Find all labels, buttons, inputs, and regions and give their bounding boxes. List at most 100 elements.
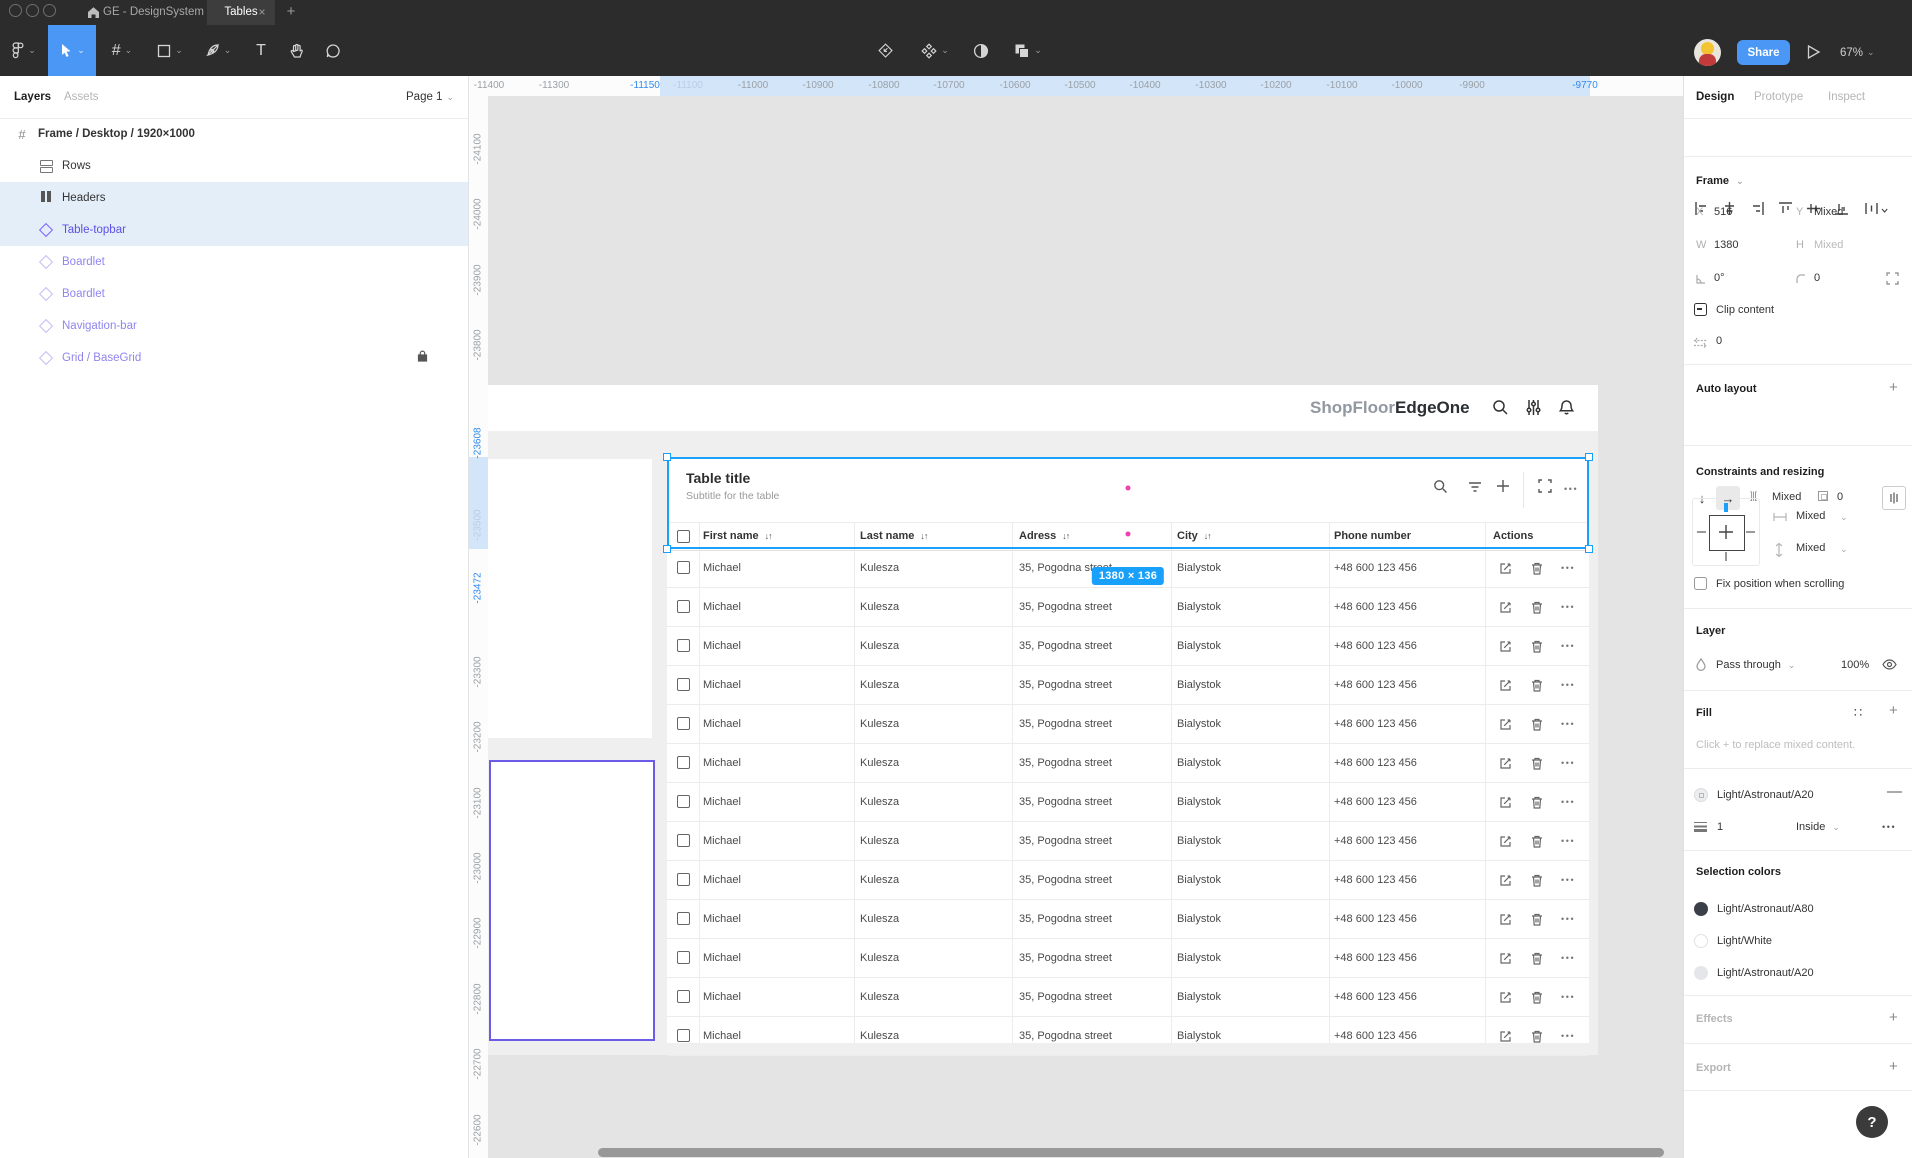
main-menu-button[interactable]: ⌄: [4, 25, 44, 76]
create-component-button[interactable]: ⌄: [910, 25, 960, 76]
tab-assets[interactable]: Assets: [64, 76, 99, 118]
design-navigation-bar[interactable]: ShopFloorEdgeOne: [488, 385, 1598, 431]
window-close-button[interactable]: [9, 4, 22, 17]
distribute-icon[interactable]: [1864, 201, 1888, 216]
padding-value[interactable]: 0: [1837, 491, 1843, 503]
zoom-menu[interactable]: 67% ⌄: [1840, 40, 1875, 65]
add-export-icon[interactable]: +: [1889, 1058, 1898, 1075]
clip-content-checkbox[interactable]: [1694, 303, 1707, 316]
cell-last-name: Kulesza: [860, 627, 899, 665]
present-button[interactable]: [1806, 44, 1821, 60]
w-value[interactable]: 1380: [1714, 239, 1738, 251]
boolean-groups-button[interactable]: ⌄: [1002, 25, 1054, 76]
layer-row[interactable]: # Boardlet: [0, 246, 468, 278]
home-icon[interactable]: [86, 5, 101, 20]
alignment-widget-icon[interactable]: [1882, 486, 1906, 510]
styles-icon[interactable]: ∷: [1854, 705, 1863, 721]
eye-icon[interactable]: [1882, 659, 1897, 670]
avatar[interactable]: [1694, 39, 1721, 66]
selection-color-item[interactable]: Light/White: [1684, 926, 1912, 958]
share-button[interactable]: Share: [1737, 40, 1790, 65]
horizontal-scrollbar[interactable]: [598, 1148, 1664, 1157]
stroke-align-value[interactable]: Inside ⌄: [1796, 821, 1840, 833]
comment-pin-dot[interactable]: [1126, 486, 1131, 491]
independent-corners-icon[interactable]: [1886, 272, 1899, 285]
help-button[interactable]: ?: [1856, 1106, 1888, 1138]
lock-icon[interactable]: [417, 350, 428, 362]
spacing-value[interactable]: Mixed: [1772, 491, 1801, 503]
tab-ge-designsystem[interactable]: GE - DesignSystem: [103, 0, 204, 25]
trash-icon: [1531, 679, 1543, 692]
shape-tool-button[interactable]: ⌄: [148, 25, 192, 76]
text-tool-button[interactable]: T: [244, 25, 278, 76]
y-value[interactable]: Mixed: [1814, 206, 1843, 218]
gap-value[interactable]: 0: [1716, 335, 1722, 347]
h-value[interactable]: Mixed: [1814, 239, 1843, 251]
fix-position-checkbox[interactable]: [1694, 577, 1707, 590]
selection-handle-top-left[interactable]: [663, 453, 671, 461]
v-constraint-value[interactable]: Mixed: [1796, 542, 1825, 554]
column-header: Adress↓↑: [1019, 523, 1069, 550]
edit-object-button[interactable]: [866, 25, 904, 76]
remove-stroke-icon[interactable]: —: [1887, 783, 1902, 800]
add-effect-icon[interactable]: +: [1889, 1009, 1898, 1026]
selection-color-item[interactable]: Light/Astronaut/A80: [1684, 894, 1912, 926]
window-zoom-button[interactable]: [43, 4, 56, 17]
align-right-icon[interactable]: [1750, 201, 1765, 216]
table-body: Michael Kulesza 35, Pogodna street Bialy…: [667, 549, 1589, 1056]
tab-close-icon[interactable]: ×: [252, 0, 272, 25]
layer-row[interactable]: # Table-topbar: [0, 214, 468, 246]
comment-tool-button[interactable]: [314, 25, 352, 76]
selection-handle-top-right[interactable]: [1585, 453, 1593, 461]
corner-radius-value[interactable]: 0: [1814, 272, 1820, 284]
layer-row[interactable]: # Headers: [0, 182, 468, 214]
layer-row[interactable]: # Rows: [0, 150, 468, 182]
layer-row[interactable]: # Boardlet: [0, 278, 468, 310]
add-fill-icon[interactable]: +: [1889, 702, 1898, 719]
opacity-value[interactable]: 100%: [1841, 659, 1869, 671]
mask-button[interactable]: [962, 25, 1000, 76]
hand-tool-button[interactable]: [278, 25, 314, 76]
selection-color-item[interactable]: Light/Astronaut/A20: [1684, 958, 1912, 990]
tab-inspect[interactable]: Inspect: [1828, 76, 1865, 118]
layer-row[interactable]: # Grid / BaseGrid: [0, 342, 468, 374]
x-value[interactable]: 516: [1714, 206, 1732, 218]
component-diamond-icon: [39, 351, 53, 365]
new-tab-button[interactable]: +: [281, 0, 301, 25]
tab-layers[interactable]: Layers: [14, 76, 51, 118]
selection-handle-bottom-left[interactable]: [663, 545, 671, 553]
comment-pin-dot[interactable]: [1126, 532, 1131, 537]
ruler-label: -23800: [473, 329, 484, 360]
export-header: Export: [1696, 1062, 1731, 1074]
selection-handle-bottom-right[interactable]: [1585, 545, 1593, 553]
add-auto-layout-icon[interactable]: +: [1889, 379, 1898, 396]
stroke-color-name[interactable]: Light/Astronaut/A20: [1717, 789, 1814, 801]
constraints-widget[interactable]: [1692, 498, 1760, 566]
window-minimize-button[interactable]: [26, 4, 39, 17]
stroke-options-icon[interactable]: •••: [1882, 821, 1896, 834]
h-constraint-value[interactable]: Mixed: [1796, 510, 1825, 522]
frame-tool-button[interactable]: # ⌄: [100, 25, 144, 76]
vertical-ruler[interactable]: -24100-24000-23900-23800-23608-23500-234…: [468, 96, 488, 1158]
tab-design[interactable]: Design: [1696, 76, 1734, 118]
horizontal-ruler[interactable]: -11400-11300-11150-11100-11000-10900-108…: [468, 76, 1683, 96]
stroke-weight-value[interactable]: 1: [1717, 821, 1723, 833]
layer-row[interactable]: # Navigation-bar: [0, 310, 468, 342]
boardlet-card-selected-outline[interactable]: [489, 760, 655, 1041]
pen-tool-button[interactable]: ⌄: [196, 25, 240, 76]
canvas[interactable]: ShopFloorEdgeOne Table title Subtitle fo…: [468, 76, 1683, 1158]
layer-row[interactable]: # Frame / Desktop / 1920×1000: [0, 118, 468, 150]
trash-icon: [1531, 991, 1543, 1004]
blend-mode-value[interactable]: Pass through ⌄: [1716, 659, 1795, 671]
boardlet-card[interactable]: [488, 459, 652, 738]
stroke-color-swatch[interactable]: [1694, 788, 1708, 802]
tab-prototype[interactable]: Prototype: [1754, 76, 1803, 118]
page-selector[interactable]: Page 1⌄: [406, 76, 454, 118]
table-component[interactable]: Table title Subtitle for the table ••• F…: [667, 457, 1589, 1043]
frame-section-header[interactable]: Frame ⌄: [1696, 175, 1744, 187]
boolean-icon: [1014, 43, 1030, 59]
selection-colors-list: Light/Astronaut/A80 Light/White Light/As…: [1684, 894, 1912, 990]
rotation-value[interactable]: 0°: [1714, 272, 1725, 284]
move-tool-button[interactable]: ⌄: [48, 25, 96, 76]
align-top-icon[interactable]: [1778, 201, 1793, 216]
